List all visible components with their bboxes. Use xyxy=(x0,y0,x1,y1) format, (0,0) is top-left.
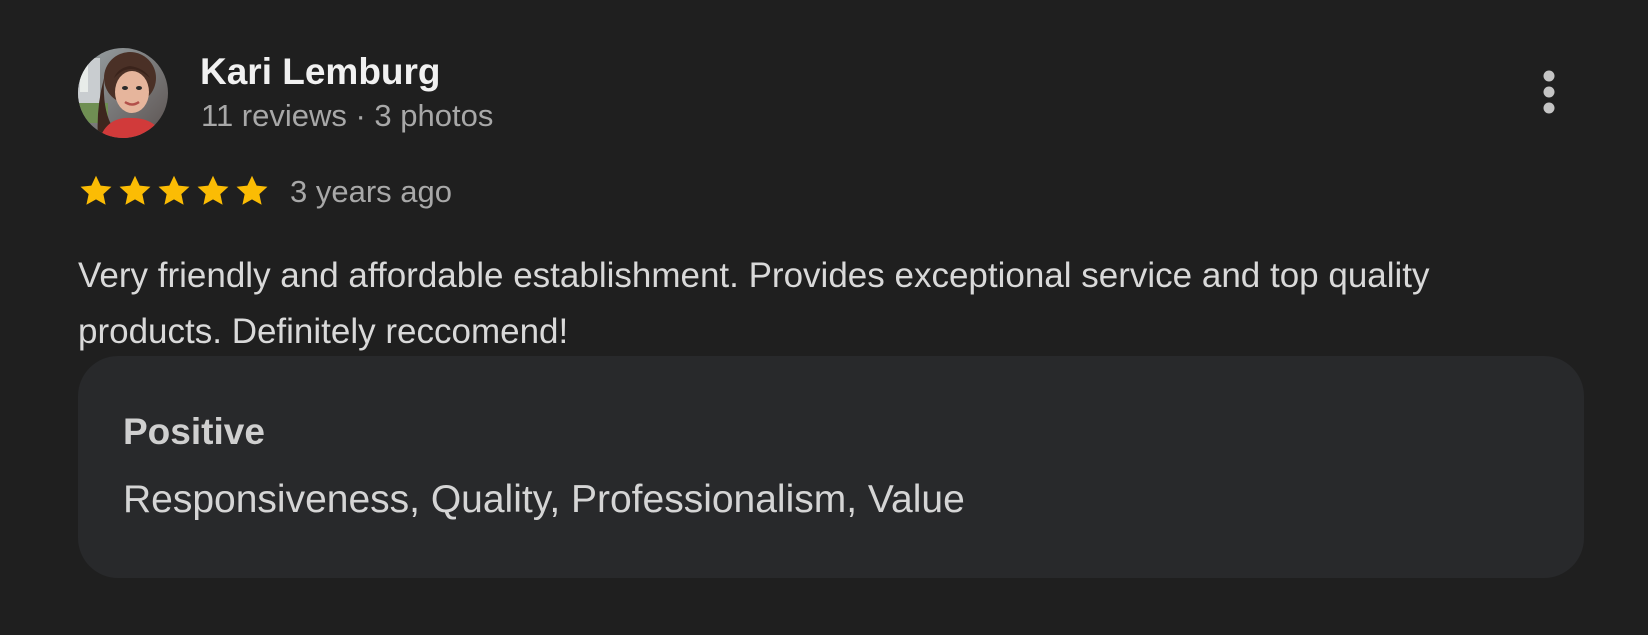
review-card: Kari Lemburg 11 reviews · 3 photos 3 yea… xyxy=(0,0,1648,635)
reviewer-name[interactable]: Kari Lemburg xyxy=(200,50,441,94)
more-vert-icon xyxy=(1543,70,1555,114)
review-text: Very friendly and affordable establishme… xyxy=(78,256,1430,351)
star-rating xyxy=(78,172,270,212)
attributes-heading: Positive xyxy=(123,411,265,452)
star-icon xyxy=(195,172,231,212)
star-icon xyxy=(78,172,114,212)
more-options-button[interactable] xyxy=(1528,68,1570,124)
review-time: 3 years ago xyxy=(290,174,452,209)
star-icon xyxy=(234,172,270,212)
attributes-values: Responsiveness, Quality, Professionalism… xyxy=(123,478,965,521)
star-icon xyxy=(117,172,153,212)
reviewer-meta: 11 reviews · 3 photos xyxy=(201,98,494,133)
star-icon xyxy=(156,172,192,212)
reviewer-avatar[interactable] xyxy=(78,48,168,138)
avatar-photo xyxy=(78,48,168,138)
review-attributes-panel: Positive Responsiveness, Quality, Profes… xyxy=(78,356,1584,578)
